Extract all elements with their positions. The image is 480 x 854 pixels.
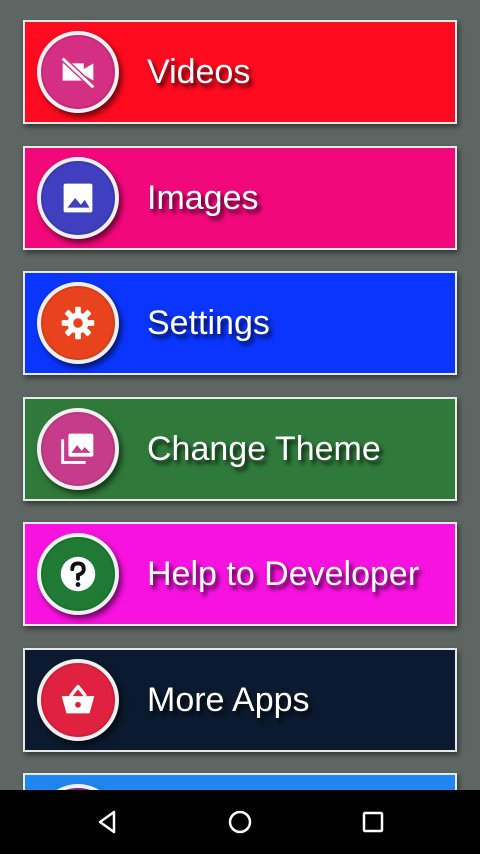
recents-square-icon[interactable]: [333, 790, 413, 854]
image-icon: [37, 157, 119, 239]
main-menu: Videos Images Settings Change Theme Help…: [0, 0, 480, 790]
back-triangle-icon[interactable]: [68, 790, 148, 854]
menu-item-images[interactable]: Images: [23, 146, 457, 250]
photo-library-icon: [37, 408, 119, 490]
menu-item-videos[interactable]: Videos: [23, 20, 457, 124]
menu-item-label: Images: [147, 179, 259, 217]
menu-item-label: Change Theme: [147, 430, 381, 468]
menu-item-help-to-developer[interactable]: Help to Developer: [23, 522, 457, 626]
video-off-icon: [37, 31, 119, 113]
help-icon: [37, 533, 119, 615]
menu-item-partial[interactable]: [23, 773, 457, 790]
system-nav-bar: [0, 790, 480, 854]
menu-item-label: Help to Developer: [147, 555, 420, 593]
menu-item-label: More Apps: [147, 681, 310, 719]
menu-item-more-apps[interactable]: More Apps: [23, 648, 457, 752]
menu-item-label: Videos: [147, 53, 251, 91]
menu-item-label: Settings: [147, 304, 270, 342]
menu-item-change-theme[interactable]: Change Theme: [23, 397, 457, 501]
basket-icon: [37, 659, 119, 741]
gear-icon: [37, 282, 119, 364]
home-circle-icon[interactable]: [200, 790, 280, 854]
menu-item-settings[interactable]: Settings: [23, 271, 457, 375]
